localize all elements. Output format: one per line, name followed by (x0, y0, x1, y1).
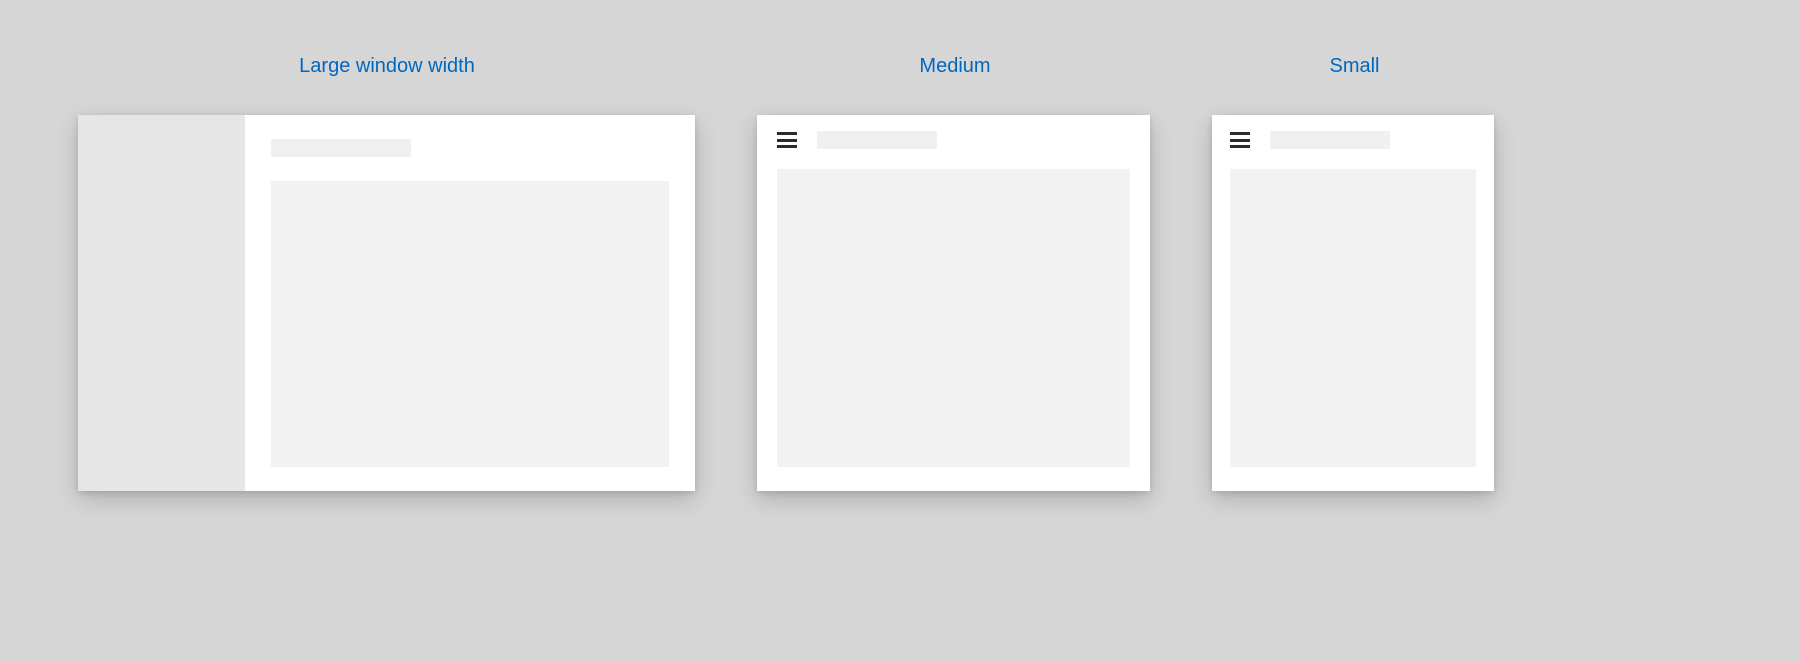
hamburger-icon[interactable] (777, 132, 797, 148)
medium-window-wireframe (757, 115, 1150, 491)
medium-header (777, 131, 1130, 149)
content-placeholder (777, 169, 1130, 467)
small-window-wireframe (1212, 115, 1494, 491)
title-placeholder (271, 139, 411, 157)
content-placeholder (271, 181, 669, 467)
label-large: Large window width (292, 55, 482, 78)
large-window-wireframe (78, 115, 695, 491)
content-placeholder (1230, 169, 1476, 467)
sidebar-placeholder (78, 115, 245, 491)
small-header (1230, 131, 1476, 149)
hamburger-icon[interactable] (1230, 132, 1250, 148)
large-main-area (245, 115, 695, 491)
label-medium: Medium (915, 55, 995, 78)
label-small: Small (1327, 55, 1382, 78)
title-placeholder (1270, 131, 1390, 149)
title-placeholder (817, 131, 937, 149)
